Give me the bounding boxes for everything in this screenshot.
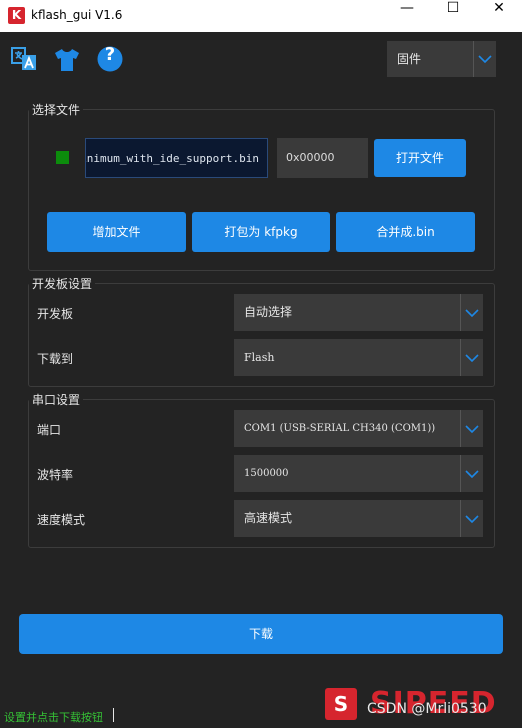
- board-select[interactable]: 自动选择: [234, 294, 483, 331]
- target-select[interactable]: Flash: [234, 339, 483, 376]
- board-label: 开发板: [37, 307, 74, 321]
- mode-select[interactable]: 固件: [387, 41, 496, 77]
- target-label: 下载到: [37, 352, 74, 366]
- address-input[interactable]: 0x00000: [277, 138, 368, 178]
- baud-label: 波特率: [37, 468, 74, 482]
- chevron-down-icon: [460, 410, 483, 447]
- mode-select-value: 固件: [397, 52, 422, 66]
- minimize-button[interactable]: —: [384, 0, 430, 32]
- help-icon[interactable]: ?: [95, 44, 125, 74]
- app-icon: K: [8, 7, 25, 24]
- csdn-watermark: CSDN @Mrli0530: [367, 701, 487, 717]
- chevron-down-icon: [460, 500, 483, 537]
- download-button[interactable]: 下载: [19, 614, 503, 654]
- board-select-value: 自动选择: [244, 305, 293, 319]
- pack-kfpkg-button[interactable]: 打包为 kfpkg: [192, 212, 330, 252]
- open-file-button[interactable]: 打开文件: [374, 139, 466, 177]
- board-group-title: 开发板设置: [29, 275, 96, 292]
- title-bar: K kflash_gui V1.6 — ☐ ✕: [0, 0, 522, 32]
- target-select-value: Flash: [244, 351, 275, 364]
- help-glyph: ?: [104, 44, 116, 65]
- maximize-button[interactable]: ☐: [430, 0, 476, 32]
- status-text: 设置并点击下载按钮: [4, 711, 103, 724]
- port-select[interactable]: COM1 (USB-SERIAL CH340 (COM1)): [234, 410, 483, 447]
- file-path-text: inimum_with_ide_support.bin: [85, 152, 259, 165]
- chevron-down-icon: [460, 455, 483, 492]
- language-icon[interactable]: [9, 44, 39, 74]
- shirt-icon[interactable]: [52, 44, 82, 74]
- chevron-down-icon: [460, 294, 483, 331]
- speed-select[interactable]: 高速模式: [234, 500, 483, 537]
- chevron-down-icon: [473, 41, 496, 77]
- window-title: kflash_gui V1.6: [31, 8, 123, 22]
- chevron-down-icon: [460, 339, 483, 376]
- add-file-button[interactable]: 增加文件: [47, 212, 186, 252]
- baud-select[interactable]: 1500000: [234, 455, 483, 492]
- speed-select-value: 高速模式: [244, 511, 293, 525]
- file-enabled-indicator[interactable]: [56, 151, 69, 164]
- file-path-input[interactable]: inimum_with_ide_support.bin: [85, 138, 268, 178]
- merge-bin-button[interactable]: 合并成.bin: [336, 212, 475, 252]
- text-cursor: [113, 708, 114, 722]
- port-select-value: COM1 (USB-SERIAL CH340 (COM1)): [244, 423, 436, 434]
- close-button[interactable]: ✕: [476, 0, 522, 32]
- file-group-title: 选择文件: [29, 101, 84, 118]
- sipeed-logo-icon: S: [325, 688, 357, 720]
- speed-label: 速度模式: [37, 513, 86, 527]
- port-label: 端口: [37, 423, 62, 437]
- serial-group-title: 串口设置: [29, 391, 84, 408]
- baud-select-value: 1500000: [244, 468, 289, 479]
